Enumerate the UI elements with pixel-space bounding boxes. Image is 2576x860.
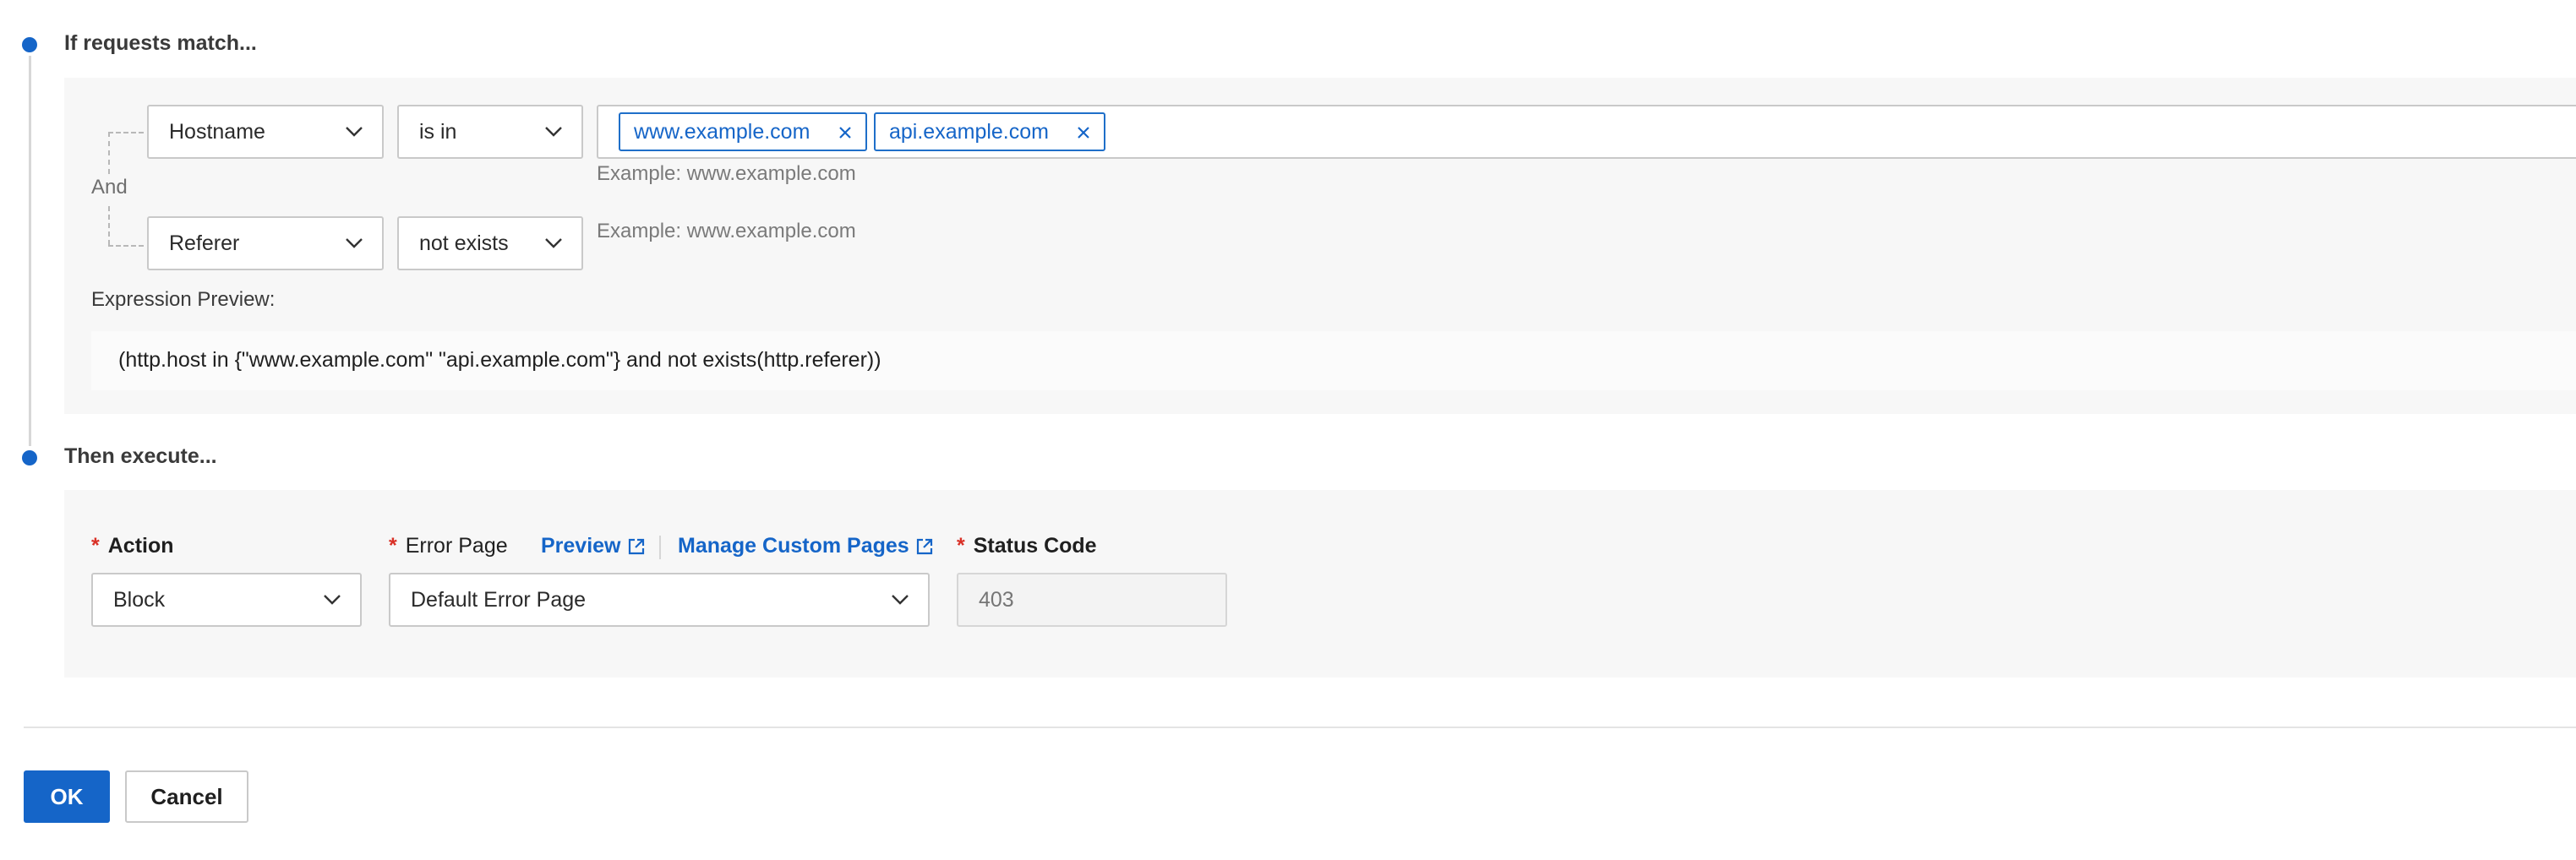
step-execute-title: Then execute... xyxy=(64,444,217,468)
error-page-label: * Error Page xyxy=(389,534,508,558)
condition-1-field-value: Hostname xyxy=(169,119,265,144)
action-label-text: Action xyxy=(107,534,174,558)
error-page-label-text: Error Page xyxy=(405,534,508,558)
status-code-label: * Status Code xyxy=(957,534,1097,558)
expression-preview-text: (http.host in {"www.example.com" "api.ex… xyxy=(118,348,881,372)
error-page-select-value: Default Error Page xyxy=(411,587,587,612)
action-select[interactable]: Block xyxy=(91,573,362,627)
cancel-button[interactable]: Cancel xyxy=(125,770,248,823)
chevron-down-icon xyxy=(346,127,363,137)
chevron-down-icon xyxy=(892,595,909,605)
step-match-title: If requests match... xyxy=(64,31,257,55)
link-separator xyxy=(659,536,661,559)
ok-button[interactable]: OK xyxy=(24,770,110,823)
error-page-select[interactable]: Default Error Page xyxy=(389,573,930,627)
condition-2-field-value: Referer xyxy=(169,231,240,255)
condition-2-helper-text: Example: www.example.com xyxy=(597,220,856,242)
status-code-label-text: Status Code xyxy=(973,534,1097,558)
step-match-dot xyxy=(22,37,37,52)
manage-custom-pages-link-text: Manage Custom Pages xyxy=(678,534,909,558)
manage-custom-pages-link[interactable]: Manage Custom Pages xyxy=(678,534,935,558)
footer-divider xyxy=(24,727,2576,728)
expression-preview-label: Expression Preview: xyxy=(91,288,276,311)
preview-link[interactable]: Preview xyxy=(541,534,647,558)
action-label: * Action xyxy=(91,534,174,558)
close-icon[interactable] xyxy=(837,124,854,141)
condition-1-field-select[interactable]: Hostname xyxy=(147,105,384,159)
step-connector-line xyxy=(29,56,31,446)
condition-2-operator-value: not exists xyxy=(419,231,509,255)
chevron-down-icon xyxy=(545,238,562,248)
chevron-down-icon xyxy=(346,238,363,248)
expression-preview-box: (http.host in {"www.example.com" "api.ex… xyxy=(91,331,2576,390)
logic-connector-vertical-bottom xyxy=(108,206,110,245)
required-mark: * xyxy=(957,534,965,558)
step-execute-dot xyxy=(22,450,37,465)
value-tag-label: www.example.com xyxy=(634,119,810,144)
logic-connector-vertical-top xyxy=(108,132,110,174)
logic-connector-bottom xyxy=(108,245,144,247)
logic-and-label: And xyxy=(91,176,128,199)
external-link-icon xyxy=(628,538,644,554)
chevron-down-icon xyxy=(324,595,341,605)
logic-connector-top xyxy=(108,132,144,133)
required-mark: * xyxy=(389,534,397,558)
value-tag-label: api.example.com xyxy=(889,119,1049,144)
external-link-icon xyxy=(916,538,932,554)
condition-2-operator-select[interactable]: not exists xyxy=(397,216,583,270)
condition-1-helper-text: Example: www.example.com xyxy=(597,162,856,185)
close-icon[interactable] xyxy=(1075,124,1092,141)
condition-1-operator-value: is in xyxy=(419,119,457,144)
chevron-down-icon xyxy=(545,127,562,137)
required-mark: * xyxy=(91,534,100,558)
value-tag-www: www.example.com xyxy=(619,112,867,151)
condition-2-field-select[interactable]: Referer xyxy=(147,216,384,270)
status-code-input[interactable] xyxy=(957,573,1227,627)
value-tag-api: api.example.com xyxy=(874,112,1105,151)
condition-1-operator-select[interactable]: is in xyxy=(397,105,583,159)
condition-1-values-input[interactable]: www.example.com api.example.com xyxy=(597,105,2576,159)
action-select-value: Block xyxy=(113,587,166,612)
preview-link-text: Preview xyxy=(541,534,621,558)
